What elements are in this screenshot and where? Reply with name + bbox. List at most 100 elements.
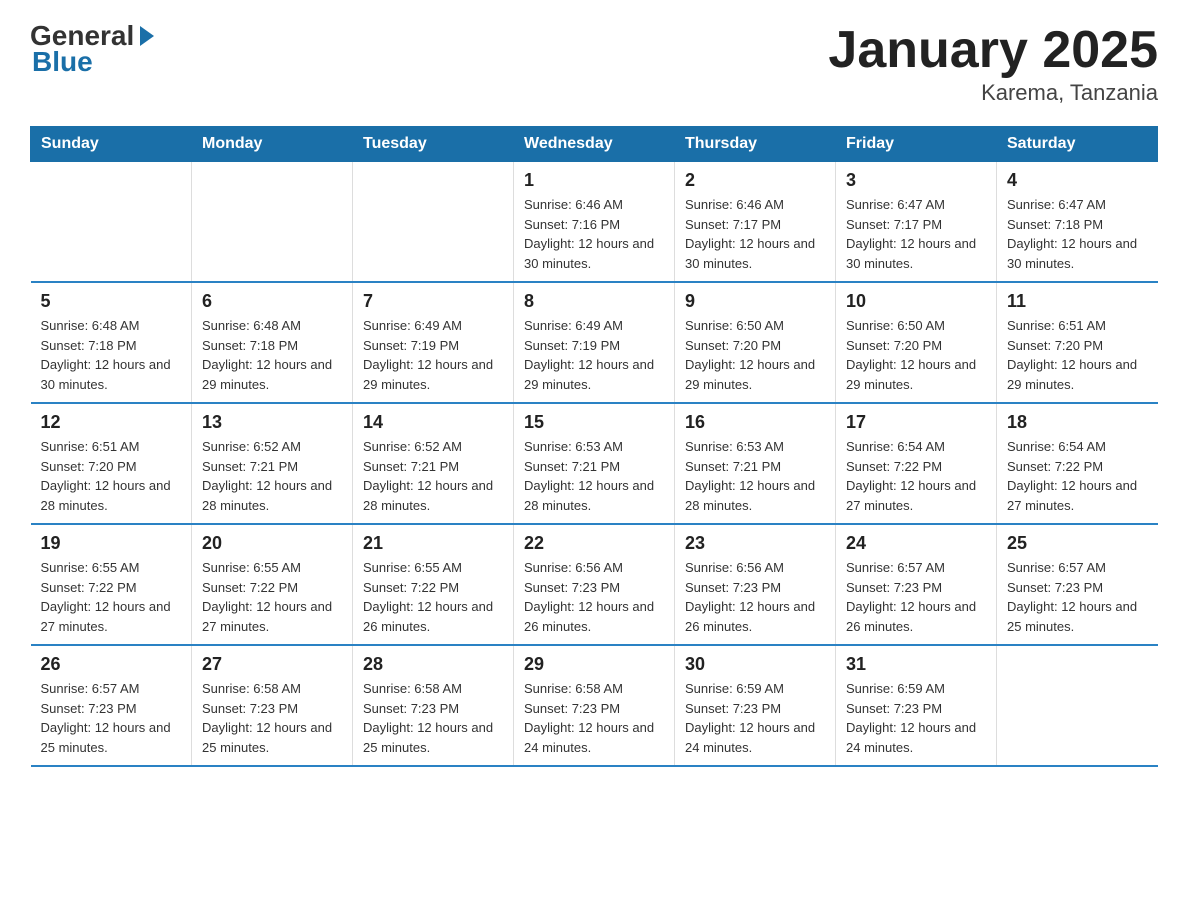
day-cell [31,162,192,283]
day-number: 26 [41,654,182,675]
day-info: Sunrise: 6:53 AM Sunset: 7:21 PM Dayligh… [524,437,664,515]
day-cell: 11 Sunrise: 6:51 AM Sunset: 7:20 PM Dayli… [997,282,1158,403]
day-number: 15 [524,412,664,433]
day-info: Sunrise: 6:58 AM Sunset: 7:23 PM Dayligh… [202,679,342,757]
day-info: Sunrise: 6:52 AM Sunset: 7:21 PM Dayligh… [363,437,503,515]
day-cell: 12 Sunrise: 6:51 AM Sunset: 7:20 PM Dayli… [31,403,192,524]
week-row-2: 5 Sunrise: 6:48 AM Sunset: 7:18 PM Daylig… [31,282,1158,403]
day-cell [997,645,1158,766]
page-header: General Blue January 2025 Karema, Tanzan… [30,20,1158,106]
day-number: 11 [1007,291,1148,312]
day-info: Sunrise: 6:48 AM Sunset: 7:18 PM Dayligh… [41,316,182,394]
day-number: 24 [846,533,986,554]
day-info: Sunrise: 6:51 AM Sunset: 7:20 PM Dayligh… [41,437,182,515]
day-cell: 13 Sunrise: 6:52 AM Sunset: 7:21 PM Dayli… [192,403,353,524]
day-cell: 29 Sunrise: 6:58 AM Sunset: 7:23 PM Dayli… [514,645,675,766]
day-number: 5 [41,291,182,312]
logo: General Blue [30,20,154,78]
day-cell: 20Sunrise: 6:55 AM Sunset: 7:22 PM Dayli… [192,524,353,645]
day-info: Sunrise: 6:51 AM Sunset: 7:20 PM Dayligh… [1007,316,1148,394]
day-number: 23 [685,533,825,554]
header-cell-saturday: Saturday [997,127,1158,162]
day-cell: 15 Sunrise: 6:53 AM Sunset: 7:21 PM Dayli… [514,403,675,524]
header-cell-sunday: Sunday [31,127,192,162]
week-row-4: 19 Sunrise: 6:55 AM Sunset: 7:22 PM Dayli… [31,524,1158,645]
day-info: Sunrise: 6:49 AM Sunset: 7:19 PM Dayligh… [524,316,664,394]
day-number: 14 [363,412,503,433]
day-info: Sunrise: 6:54 AM Sunset: 7:22 PM Dayligh… [846,437,986,515]
day-cell: 31Sunrise: 6:59 AM Sunset: 7:23 PM Dayli… [836,645,997,766]
day-cell: 5 Sunrise: 6:48 AM Sunset: 7:18 PM Daylig… [31,282,192,403]
day-number: 2 [685,170,825,191]
week-row-3: 12 Sunrise: 6:51 AM Sunset: 7:20 PM Dayli… [31,403,1158,524]
day-number: 22 [524,533,664,554]
day-info: Sunrise: 6:57 AM Sunset: 7:23 PM Dayligh… [1007,558,1148,636]
day-number: 25 [1007,533,1148,554]
header-cell-tuesday: Tuesday [353,127,514,162]
day-cell: 19Sunrise: 6:55 AM Sunset: 7:22 PM Dayli… [31,524,192,645]
day-cell: 7Sunrise: 6:49 AM Sunset: 7:19 PM Daylig… [353,282,514,403]
week-row-1: 1 Sunrise: 6:46 AM Sunset: 7:16 PM Daylig… [31,162,1158,283]
day-cell: 28Sunrise: 6:58 AM Sunset: 7:23 PM Dayli… [353,645,514,766]
day-cell: 6 Sunrise: 6:48 AM Sunset: 7:18 PM Daylig… [192,282,353,403]
day-cell [353,162,514,283]
day-cell: 9Sunrise: 6:50 AM Sunset: 7:20 PM Daylig… [675,282,836,403]
day-cell: 22 Sunrise: 6:56 AM Sunset: 7:23 PM Dayli… [514,524,675,645]
day-cell: 25 Sunrise: 6:57 AM Sunset: 7:23 PM Dayli… [997,524,1158,645]
day-info: Sunrise: 6:46 AM Sunset: 7:17 PM Dayligh… [685,195,825,273]
day-number: 10 [846,291,986,312]
calendar-table: SundayMondayTuesdayWednesdayThursdayFrid… [30,126,1158,767]
day-cell [192,162,353,283]
logo-arrow-icon [140,26,154,46]
day-cell: 8Sunrise: 6:49 AM Sunset: 7:19 PM Daylig… [514,282,675,403]
header-row: SundayMondayTuesdayWednesdayThursdayFrid… [31,127,1158,162]
day-number: 29 [524,654,664,675]
day-info: Sunrise: 6:47 AM Sunset: 7:17 PM Dayligh… [846,195,986,273]
day-number: 17 [846,412,986,433]
logo-blue: Blue [32,46,93,78]
day-number: 30 [685,654,825,675]
day-cell: 10 Sunrise: 6:50 AM Sunset: 7:20 PM Dayli… [836,282,997,403]
day-number: 13 [202,412,342,433]
day-cell: 2 Sunrise: 6:46 AM Sunset: 7:17 PM Daylig… [675,162,836,283]
day-number: 16 [685,412,825,433]
day-info: Sunrise: 6:58 AM Sunset: 7:23 PM Dayligh… [363,679,503,757]
day-info: Sunrise: 6:55 AM Sunset: 7:22 PM Dayligh… [202,558,342,636]
header-cell-wednesday: Wednesday [514,127,675,162]
location: Karema, Tanzania [828,80,1158,106]
week-row-5: 26 Sunrise: 6:57 AM Sunset: 7:23 PM Dayli… [31,645,1158,766]
day-info: Sunrise: 6:59 AM Sunset: 7:23 PM Dayligh… [846,679,986,757]
day-cell: 14 Sunrise: 6:52 AM Sunset: 7:21 PM Dayli… [353,403,514,524]
day-info: Sunrise: 6:52 AM Sunset: 7:21 PM Dayligh… [202,437,342,515]
day-cell: 18Sunrise: 6:54 AM Sunset: 7:22 PM Dayli… [997,403,1158,524]
day-info: Sunrise: 6:56 AM Sunset: 7:23 PM Dayligh… [524,558,664,636]
day-info: Sunrise: 6:48 AM Sunset: 7:18 PM Dayligh… [202,316,342,394]
header-cell-monday: Monday [192,127,353,162]
day-number: 3 [846,170,986,191]
day-info: Sunrise: 6:55 AM Sunset: 7:22 PM Dayligh… [363,558,503,636]
day-info: Sunrise: 6:58 AM Sunset: 7:23 PM Dayligh… [524,679,664,757]
day-info: Sunrise: 6:46 AM Sunset: 7:16 PM Dayligh… [524,195,664,273]
day-number: 27 [202,654,342,675]
title-block: January 2025 Karema, Tanzania [828,20,1158,106]
day-info: Sunrise: 6:59 AM Sunset: 7:23 PM Dayligh… [685,679,825,757]
day-cell: 1 Sunrise: 6:46 AM Sunset: 7:16 PM Daylig… [514,162,675,283]
day-number: 12 [41,412,182,433]
day-number: 6 [202,291,342,312]
day-info: Sunrise: 6:47 AM Sunset: 7:18 PM Dayligh… [1007,195,1148,273]
header-cell-friday: Friday [836,127,997,162]
day-number: 19 [41,533,182,554]
day-cell: 27 Sunrise: 6:58 AM Sunset: 7:23 PM Dayli… [192,645,353,766]
day-cell: 4Sunrise: 6:47 AM Sunset: 7:18 PM Daylig… [997,162,1158,283]
day-cell: 21 Sunrise: 6:55 AM Sunset: 7:22 PM Dayli… [353,524,514,645]
day-cell: 3 Sunrise: 6:47 AM Sunset: 7:17 PM Daylig… [836,162,997,283]
day-info: Sunrise: 6:49 AM Sunset: 7:19 PM Dayligh… [363,316,503,394]
header-cell-thursday: Thursday [675,127,836,162]
day-info: Sunrise: 6:50 AM Sunset: 7:20 PM Dayligh… [846,316,986,394]
day-cell: 24Sunrise: 6:57 AM Sunset: 7:23 PM Dayli… [836,524,997,645]
day-info: Sunrise: 6:57 AM Sunset: 7:23 PM Dayligh… [41,679,182,757]
day-cell: 17 Sunrise: 6:54 AM Sunset: 7:22 PM Dayli… [836,403,997,524]
day-number: 21 [363,533,503,554]
day-number: 1 [524,170,664,191]
day-cell: 30 Sunrise: 6:59 AM Sunset: 7:23 PM Dayli… [675,645,836,766]
